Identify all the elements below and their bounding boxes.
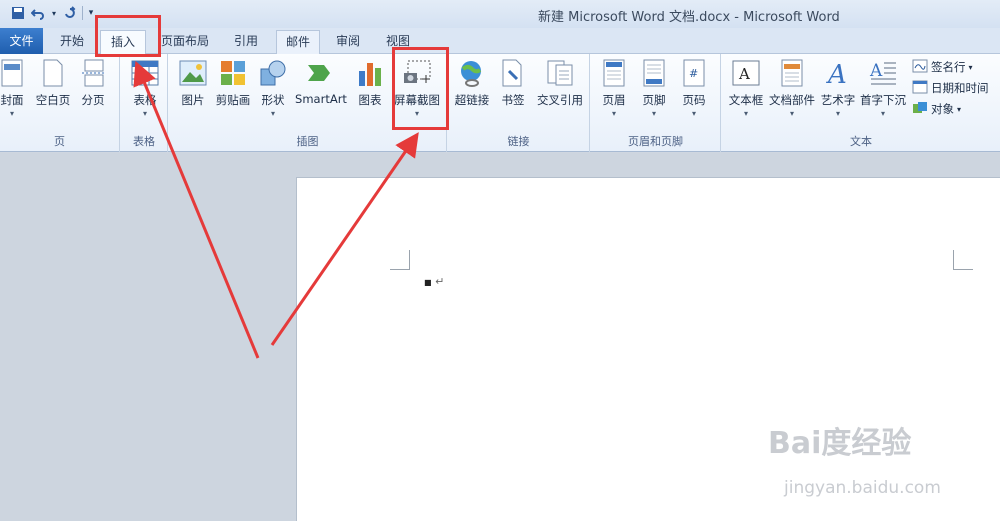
arrow-to-insert-tab [133, 60, 260, 359]
arrow-to-screenshot [270, 132, 419, 346]
annotation-arrows [133, 60, 419, 359]
